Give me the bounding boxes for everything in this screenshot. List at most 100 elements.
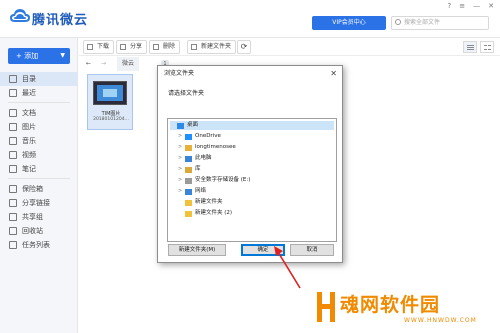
new-folder-label: 新建文件夹	[201, 43, 232, 50]
toolbar: 下载 分享 删除 新建文件夹 ⟳	[79, 38, 500, 56]
new-folder-dialog-button[interactable]: 新建文件夹(M)	[168, 244, 226, 256]
safe-icon	[9, 185, 17, 193]
share-button[interactable]: 分享	[116, 40, 148, 54]
vip-center-button[interactable]: VIP会员中心	[312, 16, 386, 30]
cloud-icon	[185, 134, 192, 140]
browse-folder-dialog: 浏览文件夹 ✕ 请选择文件夹 桌面 > OneDrive > longtimenosee…	[157, 65, 343, 263]
sidebar-item-1-0[interactable]: 文档	[0, 106, 78, 120]
tree-item[interactable]: 桌面	[170, 121, 334, 130]
forward-arrow-icon[interactable]: →	[101, 60, 106, 67]
sidebar-item-label: 保险箱	[22, 185, 43, 193]
menu-icon[interactable]: ≡	[459, 2, 465, 10]
tree-item-label: 此电脑	[195, 155, 212, 161]
computer-icon	[185, 156, 192, 162]
folder-tree[interactable]: 桌面 > OneDrive > longtimenosee > 此电脑 > 库 > 安全数字存储设备…	[167, 118, 337, 242]
tree-item[interactable]: > 网络	[170, 187, 334, 196]
sidebar-divider	[8, 102, 70, 103]
sidebar-item-2-1[interactable]: 分享链接	[0, 196, 78, 210]
plus-icon: +	[16, 52, 25, 60]
tree-expand-icon[interactable]: >	[178, 143, 184, 152]
tree-item[interactable]: 新建文件夹 (2)	[170, 209, 334, 218]
search-icon	[395, 19, 401, 25]
delete-icon	[153, 44, 159, 50]
tree-item-label: 网络	[195, 188, 207, 194]
tree-item[interactable]: > 安全数字存储设备 (E:)	[170, 176, 334, 185]
tree-item-label: 库	[195, 166, 201, 172]
dialog-prompt: 请选择文件夹	[168, 90, 205, 97]
help-icon[interactable]: ?	[448, 2, 452, 10]
tree-item[interactable]: > OneDrive	[170, 132, 334, 141]
sidebar-item-label: 共享组	[22, 213, 43, 221]
sidebar-item-label: 音乐	[22, 137, 36, 145]
sidebar-item-0-1[interactable]: 最近	[0, 86, 78, 100]
tree-item[interactable]: > 此电脑	[170, 154, 334, 163]
group-icon	[9, 213, 17, 221]
refresh-button[interactable]: ⟳	[237, 40, 251, 54]
add-button-label: 添加	[24, 52, 39, 60]
user-icon	[185, 145, 192, 151]
sidebar-item-1-1[interactable]: 图片	[0, 120, 78, 134]
folder-icon	[185, 211, 192, 217]
sidebar-item-2-2[interactable]: 共享组	[0, 210, 78, 224]
minimize-icon[interactable]: —	[473, 2, 480, 10]
sidebar-item-label: 任务列表	[22, 241, 50, 249]
document-icon	[9, 109, 17, 117]
close-icon[interactable]: ✕	[488, 2, 494, 10]
sidebar-item-2-4[interactable]: 任务列表	[0, 238, 78, 252]
download-label: 下载	[97, 43, 110, 50]
delete-button[interactable]: 删除	[149, 40, 181, 54]
app-name: 腾讯微云	[32, 13, 89, 28]
download-button[interactable]: 下载	[83, 40, 115, 54]
list-view-button[interactable]	[463, 41, 477, 53]
tree-item[interactable]: 新建文件夹	[170, 198, 334, 207]
tree-item-label: 桌面	[187, 122, 199, 128]
tree-expand-icon[interactable]: >	[178, 165, 184, 174]
folder-icon	[185, 200, 192, 206]
grid-view-button[interactable]	[480, 41, 494, 53]
drive-icon	[185, 178, 192, 184]
library-icon	[185, 167, 192, 173]
share-icon	[120, 44, 126, 50]
sidebar: + 添加 ▼ 目录 最近文档 图片音乐视频笔记保险箱分享链接共享组回收站任务列表	[0, 38, 78, 333]
new-folder-button[interactable]: 新建文件夹	[187, 40, 237, 54]
tree-expand-icon[interactable]: >	[178, 187, 184, 196]
chevron-down-icon: ▼	[60, 52, 65, 59]
file-date: 20180101204...	[93, 117, 129, 122]
sidebar-item-label: 笔记	[22, 165, 36, 173]
add-button[interactable]: + 添加 ▼	[8, 48, 70, 64]
delete-label: 删除	[163, 43, 176, 50]
back-arrow-icon[interactable]: ←	[86, 60, 91, 67]
window-controls: ? ≡ — ✕	[448, 2, 494, 10]
file-name: TIM图片	[101, 111, 121, 117]
watermark-title: 魂网软件园	[340, 294, 441, 316]
tree-expand-icon[interactable]: >	[178, 176, 184, 185]
sidebar-item-label: 回收站	[22, 227, 43, 235]
sidebar-item-0-0[interactable]: 目录	[0, 72, 78, 86]
tree-item-label: OneDrive	[195, 133, 221, 139]
refresh-icon: ⟳	[240, 42, 248, 51]
tree-item[interactable]: > 库	[170, 165, 334, 174]
folder-icon	[9, 75, 17, 83]
file-item[interactable]: TIM图片 20180101204...	[87, 74, 133, 130]
sidebar-item-1-3[interactable]: 视频	[0, 148, 78, 162]
clock-icon	[9, 89, 17, 97]
file-thumbnail	[93, 81, 127, 105]
weiyun-logo-icon	[10, 9, 30, 22]
search-placeholder: 搜索全部文件	[404, 19, 441, 26]
sidebar-item-1-4[interactable]: 笔记	[0, 162, 78, 176]
tree-expand-icon[interactable]: >	[178, 132, 184, 141]
dialog-close-icon[interactable]: ✕	[330, 69, 337, 78]
sidebar-item-2-0[interactable]: 保险箱	[0, 182, 78, 196]
trash-icon	[9, 227, 17, 235]
sidebar-item-1-2[interactable]: 音乐	[0, 134, 78, 148]
tree-item-label: 新建文件夹	[195, 199, 223, 205]
tree-item[interactable]: > longtimenosee	[170, 143, 334, 152]
search-input[interactable]: 搜索全部文件	[391, 16, 489, 30]
share-label: 分享	[130, 43, 143, 50]
share-link-icon	[9, 199, 17, 207]
sidebar-divider	[8, 178, 70, 179]
new-folder-icon	[191, 44, 197, 50]
sidebar-item-2-3[interactable]: 回收站	[0, 224, 78, 238]
tree-expand-icon[interactable]: >	[178, 154, 184, 163]
breadcrumb-root[interactable]: 微云	[117, 57, 140, 71]
